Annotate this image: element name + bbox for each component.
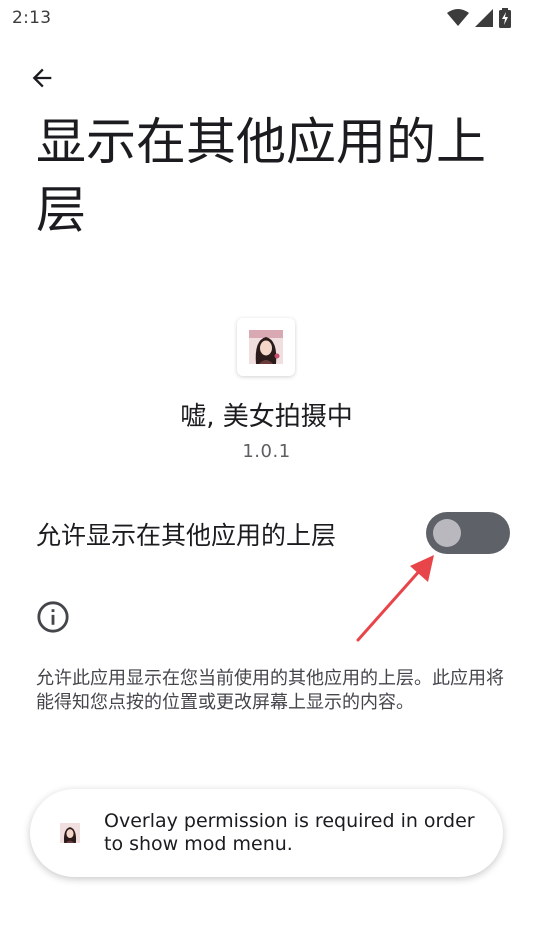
arrow-back-icon — [32, 68, 52, 88]
app-version: 1.0.1 — [242, 441, 291, 462]
info-icon — [37, 601, 69, 633]
toast-app-icon — [58, 821, 82, 845]
battery-charging-icon — [499, 8, 511, 28]
toast-message: Overlay permission is required in order … — [30, 789, 503, 877]
status-bar: 2:13 — [0, 0, 533, 36]
back-button[interactable] — [24, 60, 60, 96]
toast-text: Overlay permission is required in order … — [104, 810, 475, 855]
page-title: 显示在其他应用的上层 — [36, 113, 486, 239]
cellular-signal-icon — [475, 9, 493, 27]
permission-toggle-label: 允许显示在其他应用的上层 — [36, 521, 337, 550]
status-icons — [447, 8, 511, 28]
permission-toggle-row[interactable]: 允许显示在其他应用的上层 — [0, 506, 533, 562]
status-time: 2:13 — [12, 8, 52, 28]
red-arrow-pointer — [356, 555, 434, 642]
permission-description: 允许此应用显示在您当前使用的其他应用的上层。此应用将能得知您点按的位置或更改屏幕… — [36, 668, 504, 713]
wifi-icon — [447, 9, 469, 26]
app-portrait-icon — [249, 330, 283, 364]
app-name: 嘘, 美女拍摄中 — [180, 402, 353, 432]
permission-switch[interactable] — [426, 512, 510, 554]
app-portrait-icon — [60, 823, 80, 843]
switch-thumb — [433, 519, 461, 547]
app-icon — [237, 318, 295, 376]
